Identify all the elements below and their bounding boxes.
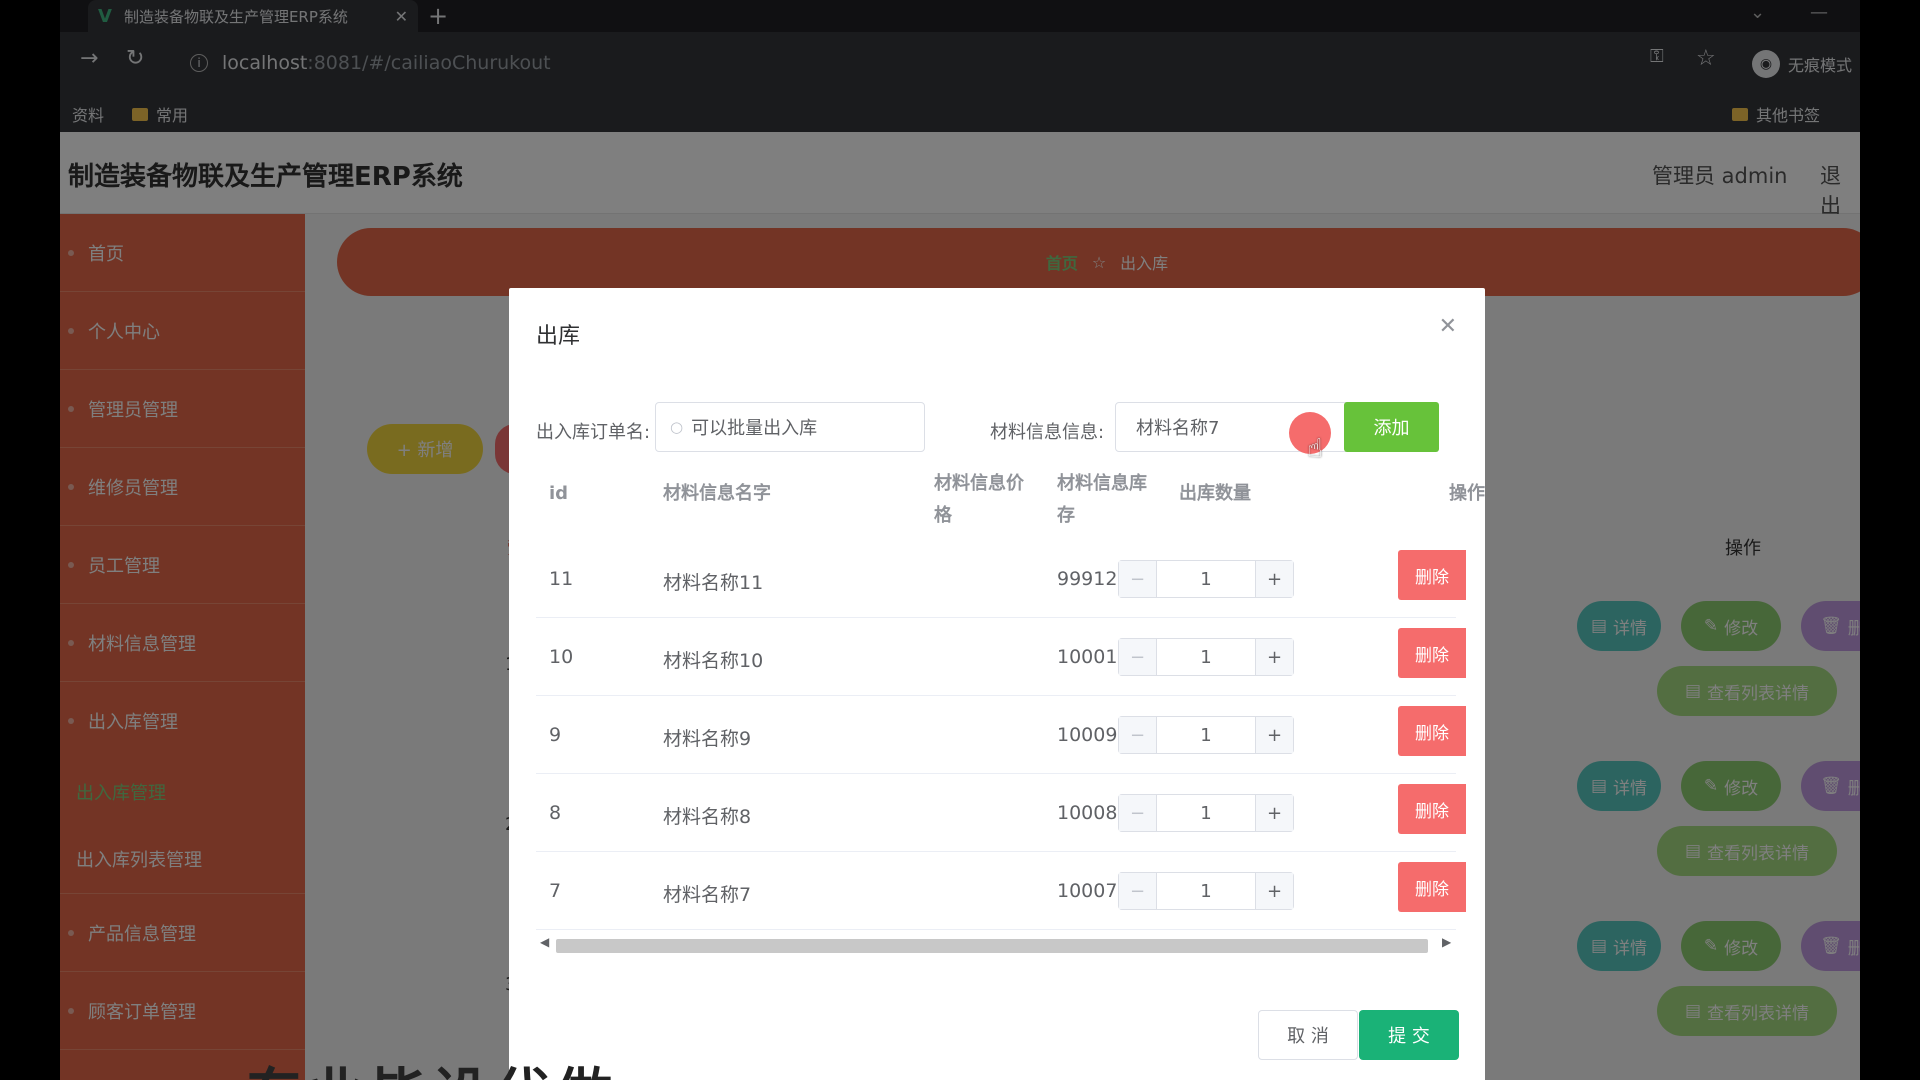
hand-cursor-icon: ☝: [1307, 434, 1323, 464]
search-icon: ○: [670, 418, 684, 436]
decrease-button[interactable]: −: [1119, 639, 1157, 675]
col-op: 操作: [1449, 483, 1485, 504]
cell-name: 材料名称9: [663, 728, 752, 750]
quantity-input[interactable]: 1: [1157, 873, 1255, 909]
cell-stock: 10007: [1057, 880, 1118, 902]
material-selected: 材料名称7: [1136, 418, 1220, 439]
screen: V 制造装备物联及生产管理ERP系统 ✕ + ⌄ — → ↻ i localho…: [60, 0, 1860, 1080]
material-label: 材料信息信息:: [990, 422, 1105, 443]
cell-stock: 10008: [1057, 802, 1118, 824]
quantity-stepper: −1 +: [1118, 638, 1294, 676]
increase-button[interactable]: +: [1255, 795, 1293, 831]
decrease-button[interactable]: −: [1119, 873, 1157, 909]
cell-id: 7: [549, 880, 562, 902]
col-name: 材料信息名字: [663, 483, 771, 504]
cell-name: 材料名称11: [663, 572, 764, 594]
col-price: 材料信息价格: [934, 473, 1024, 526]
cell-id: 9: [549, 724, 562, 746]
submit-button[interactable]: 提 交: [1359, 1010, 1459, 1060]
table-row: 9 材料名称9 10009 −1 + 删除: [536, 696, 1466, 774]
order-label: 出入库订单名:: [536, 422, 651, 443]
quantity-stepper: −1 +: [1118, 794, 1294, 832]
quantity-stepper: −1 +: [1118, 872, 1294, 910]
cell-id: 11: [549, 568, 574, 590]
outbound-dialog: 出库 ✕ 出入库订单名: ○ 可以批量出入库 材料信息信息: 材料名称7 ﹀ 添…: [509, 288, 1485, 1080]
cancel-button[interactable]: 取 消: [1258, 1010, 1358, 1060]
decrease-button[interactable]: −: [1119, 561, 1157, 597]
video-caption: 东业毕设代做: [246, 1050, 618, 1080]
decrease-button[interactable]: −: [1119, 795, 1157, 831]
increase-button[interactable]: +: [1255, 561, 1293, 597]
table-row: 7 材料名称7 10007 −1 + 删除: [536, 852, 1466, 930]
close-icon[interactable]: ✕: [1439, 314, 1457, 339]
quantity-input[interactable]: 1: [1157, 561, 1255, 597]
quantity-stepper: −1 +: [1118, 716, 1294, 754]
cell-id: 8: [549, 802, 562, 824]
row-delete-button[interactable]: 删除: [1398, 784, 1466, 834]
quantity-input[interactable]: 1: [1157, 795, 1255, 831]
table-row: 10 材料名称10 100010 −1 + 删除: [536, 618, 1466, 696]
cell-stock: 99912: [1057, 568, 1118, 590]
row-delete-button[interactable]: 删除: [1398, 706, 1466, 756]
col-id: id: [549, 483, 569, 504]
increase-button[interactable]: +: [1255, 717, 1293, 753]
cell-name: 材料名称10: [663, 650, 764, 672]
cell-id: 10: [549, 646, 574, 668]
quantity-stepper: −1 +: [1118, 560, 1294, 598]
add-button[interactable]: 添加: [1344, 402, 1439, 452]
row-delete-button[interactable]: 删除: [1398, 550, 1466, 600]
dialog-title: 出库: [536, 324, 581, 349]
order-placeholder: 可以批量出入库: [691, 418, 818, 439]
col-qty: 出库数量: [1179, 483, 1251, 504]
scroll-left-icon[interactable]: ◀: [540, 935, 549, 949]
cell-stock: 10009: [1057, 724, 1118, 746]
order-name-input[interactable]: ○ 可以批量出入库: [655, 402, 925, 452]
col-stock: 材料信息库存: [1057, 473, 1147, 526]
cell-name: 材料名称8: [663, 806, 752, 828]
table-row: 8 材料名称8 10008 −1 + 删除: [536, 774, 1466, 852]
horizontal-scrollbar[interactable]: ◀ ▶: [536, 935, 1456, 955]
cell-name: 材料名称7: [663, 884, 752, 906]
row-delete-button[interactable]: 删除: [1398, 862, 1466, 912]
decrease-button[interactable]: −: [1119, 717, 1157, 753]
scroll-right-icon[interactable]: ▶: [1442, 935, 1451, 949]
quantity-input[interactable]: 1: [1157, 639, 1255, 675]
increase-button[interactable]: +: [1255, 639, 1293, 675]
quantity-input[interactable]: 1: [1157, 717, 1255, 753]
increase-button[interactable]: +: [1255, 873, 1293, 909]
row-delete-button[interactable]: 删除: [1398, 628, 1466, 678]
scrollbar-thumb[interactable]: [556, 939, 1428, 953]
table-row: 11 材料名称11 99912 −1 + 删除: [536, 540, 1466, 618]
